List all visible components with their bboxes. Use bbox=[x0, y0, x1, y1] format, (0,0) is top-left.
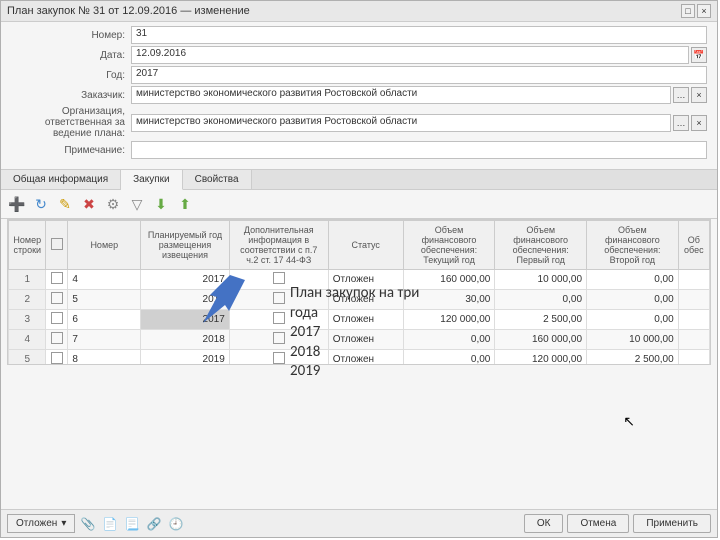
annotation-text: План закупок на три года 2017 2018 2019 bbox=[290, 284, 450, 382]
row-number: 2 bbox=[9, 290, 46, 310]
cell-fin-first[interactable]: 2 500,00 bbox=[495, 310, 587, 330]
row-checkbox[interactable] bbox=[46, 270, 68, 290]
col-fin-second[interactable]: Объем финансового обеспечения: Второй го… bbox=[587, 221, 679, 270]
col-fin-first[interactable]: Объем финансового обеспечения: Первый го… bbox=[495, 221, 587, 270]
cell-fin-ob[interactable] bbox=[678, 310, 709, 330]
cell-fin-second[interactable]: 0,00 bbox=[587, 310, 679, 330]
titlebar: План закупок № 31 от 12.09.2016 — измене… bbox=[1, 1, 717, 22]
note-field[interactable] bbox=[131, 141, 707, 159]
col-extra[interactable]: Дополнительная информация в соответствии… bbox=[229, 221, 328, 270]
year-label: Год: bbox=[11, 70, 131, 81]
close-icon[interactable]: × bbox=[697, 4, 711, 18]
cell-fin-first[interactable]: 120 000,00 bbox=[495, 350, 587, 366]
row-checkbox[interactable] bbox=[46, 290, 68, 310]
col-checkbox[interactable] bbox=[46, 221, 68, 270]
tab-purchases[interactable]: Закупки bbox=[121, 170, 182, 190]
cell-number[interactable]: 4 bbox=[68, 270, 141, 290]
date-label: Дата: bbox=[11, 50, 131, 61]
cell-year[interactable]: 2018 bbox=[141, 330, 230, 350]
arrow-icon bbox=[195, 275, 255, 325]
add-icon[interactable]: ➕ bbox=[7, 194, 27, 214]
cursor-icon: ↖ bbox=[623, 413, 635, 430]
attach-icon[interactable]: 📎 bbox=[79, 515, 97, 533]
cell-number[interactable]: 5 bbox=[68, 290, 141, 310]
header-row: Номер строки Номер Планируемый год разме… bbox=[9, 221, 710, 270]
tab-general[interactable]: Общая информация bbox=[1, 170, 121, 189]
cell-fin-second[interactable]: 0,00 bbox=[587, 270, 679, 290]
edit-icon[interactable]: ✎ bbox=[55, 194, 75, 214]
export-icon[interactable]: ⬇ bbox=[151, 194, 171, 214]
tabs: Общая информация Закупки Свойства bbox=[1, 169, 717, 190]
row-checkbox[interactable] bbox=[46, 310, 68, 330]
row-checkbox[interactable] bbox=[46, 350, 68, 366]
cell-fin-second[interactable]: 0,00 bbox=[587, 290, 679, 310]
maximize-icon[interactable]: □ bbox=[681, 4, 695, 18]
row-number: 4 bbox=[9, 330, 46, 350]
number-label: Номер: bbox=[11, 30, 131, 41]
customer-label: Заказчик: bbox=[11, 90, 131, 101]
cell-fin-first[interactable]: 160 000,00 bbox=[495, 330, 587, 350]
date-field[interactable]: 12.09.2016 bbox=[131, 46, 689, 64]
app-window: План закупок № 31 от 12.09.2016 — измене… bbox=[0, 0, 718, 538]
delete-icon[interactable]: ✖ bbox=[79, 194, 99, 214]
chevron-down-icon: ▾ bbox=[61, 518, 66, 529]
customer-field[interactable]: министерство экономического развития Рос… bbox=[131, 86, 671, 104]
cell-fin-first[interactable]: 10 000,00 bbox=[495, 270, 587, 290]
cell-fin-ob[interactable] bbox=[678, 350, 709, 366]
window-title: План закупок № 31 от 12.09.2016 — измене… bbox=[7, 5, 250, 17]
filter-icon[interactable]: ▽ bbox=[127, 194, 147, 214]
doc-add-icon[interactable]: 📄 bbox=[101, 515, 119, 533]
history-icon[interactable]: 🕘 bbox=[167, 515, 185, 533]
cell-fin-second[interactable]: 2 500,00 bbox=[587, 350, 679, 366]
footer: Отложен▾ 📎 📄 📃 🔗 🕘 ОК Отмена Применить bbox=[1, 509, 717, 537]
row-number: 1 bbox=[9, 270, 46, 290]
col-fin-current[interactable]: Объем финансового обеспечения: Текущий г… bbox=[403, 221, 495, 270]
cell-number[interactable]: 6 bbox=[68, 310, 141, 330]
link-icon[interactable]: 🔗 bbox=[145, 515, 163, 533]
cancel-button[interactable]: Отмена bbox=[567, 514, 629, 533]
toolbar: ➕ ↻ ✎ ✖ ⚙ ▽ ⬇ ⬆ bbox=[1, 190, 717, 219]
gear-icon[interactable]: ⚙ bbox=[103, 194, 123, 214]
org-field[interactable]: министерство экономического развития Рос… bbox=[131, 114, 671, 132]
cell-fin-second[interactable]: 10 000,00 bbox=[587, 330, 679, 350]
year-field[interactable]: 2017 bbox=[131, 66, 707, 84]
cell-fin-ob[interactable] bbox=[678, 270, 709, 290]
cell-year[interactable]: 2019 bbox=[141, 350, 230, 366]
cell-fin-first[interactable]: 0,00 bbox=[495, 290, 587, 310]
ok-button[interactable]: ОК bbox=[524, 514, 564, 533]
col-status[interactable]: Статус bbox=[328, 221, 403, 270]
row-checkbox[interactable] bbox=[46, 330, 68, 350]
lookup-icon[interactable]: … bbox=[673, 115, 689, 131]
cell-number[interactable]: 7 bbox=[68, 330, 141, 350]
clear-icon[interactable]: × bbox=[691, 115, 707, 131]
col-number[interactable]: Номер bbox=[68, 221, 141, 270]
cell-fin-ob[interactable] bbox=[678, 290, 709, 310]
col-rownum[interactable]: Номер строки bbox=[9, 221, 46, 270]
cell-fin-ob[interactable] bbox=[678, 330, 709, 350]
note-label: Примечание: bbox=[11, 145, 131, 156]
clear-icon[interactable]: × bbox=[691, 87, 707, 103]
tab-properties[interactable]: Свойства bbox=[183, 170, 252, 189]
calendar-icon[interactable]: 📅 bbox=[691, 47, 707, 63]
row-number: 5 bbox=[9, 350, 46, 366]
row-number: 3 bbox=[9, 310, 46, 330]
header-form: Номер: 31 Дата: 12.09.2016 📅 Год: 2017 З… bbox=[1, 22, 717, 169]
lookup-icon[interactable]: … bbox=[673, 87, 689, 103]
refresh-icon[interactable]: ↻ bbox=[31, 194, 51, 214]
number-field[interactable]: 31 bbox=[131, 26, 707, 44]
status-dropdown[interactable]: Отложен▾ bbox=[7, 514, 75, 533]
apply-button[interactable]: Применить bbox=[633, 514, 711, 533]
cell-number[interactable]: 8 bbox=[68, 350, 141, 366]
col-fin-ob[interactable]: Об обес bbox=[678, 221, 709, 270]
import-icon[interactable]: ⬆ bbox=[175, 194, 195, 214]
col-year[interactable]: Планируемый год размещения извещения bbox=[141, 221, 230, 270]
doc-icon[interactable]: 📃 bbox=[123, 515, 141, 533]
org-label: Организация, ответственная за ведение пл… bbox=[11, 106, 131, 139]
titlebar-buttons: □ × bbox=[681, 4, 711, 18]
